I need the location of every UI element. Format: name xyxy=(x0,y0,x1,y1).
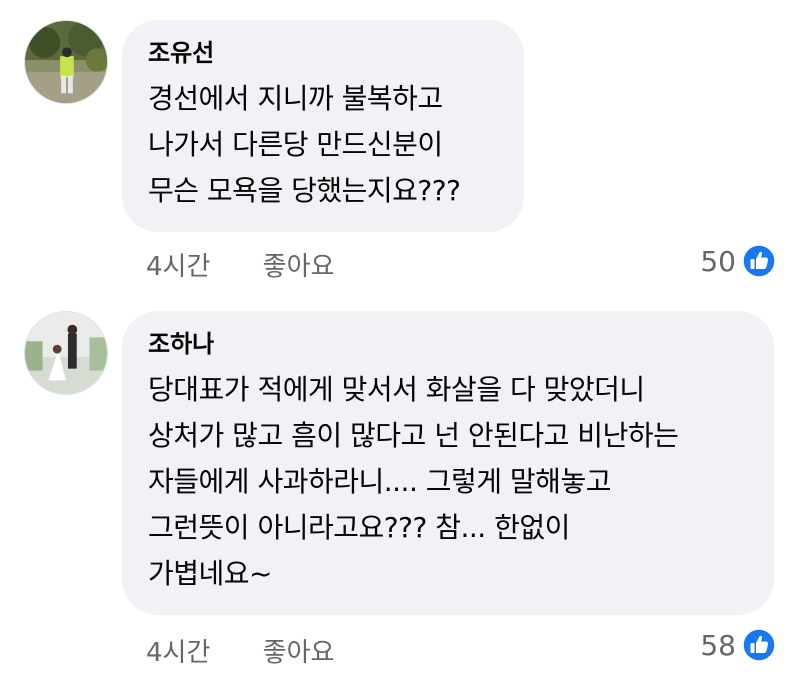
reaction-count: 58 xyxy=(700,628,736,662)
comment-author[interactable]: 조유선 xyxy=(148,38,502,68)
comment-bubble: 조하나 당대표가 적에게 맞서서 화살을 다 맞았더니 상처가 많고 흠이 많다… xyxy=(122,311,774,615)
comment-text-line: 그런뜻이 아니라고요??? 참... 한없이 xyxy=(148,511,570,544)
like-button[interactable]: 좋아요 xyxy=(263,246,335,283)
comment-text-line: 자들에게 사과하라니.... 그렇게 말해놓고 xyxy=(148,465,611,498)
comment-author[interactable]: 조하나 xyxy=(148,329,752,359)
comment-text-line: 경선에서 지니까 불복하고 xyxy=(148,82,443,115)
profile-photo xyxy=(25,312,107,394)
comment-text-line: 가볍네요~ xyxy=(148,557,273,590)
reaction-summary[interactable]: 58 xyxy=(700,628,776,662)
comment-item: 조유선 경선에서 지니까 불복하고 나가서 다른당 만드신분이 무슨 모욕을 당… xyxy=(0,0,800,300)
avatar[interactable] xyxy=(24,20,108,104)
reaction-summary[interactable]: 50 xyxy=(700,244,776,278)
like-button[interactable]: 좋아요 xyxy=(263,632,335,669)
comment-actions: 4시간 좋아요 xyxy=(146,246,334,283)
comment-text-line: 당대표가 적에게 맞서서 화살을 다 맞았더니 xyxy=(148,373,645,406)
comment-text-line: 나가서 다른당 만드신분이 xyxy=(148,128,443,161)
comment-timestamp[interactable]: 4시간 xyxy=(146,246,210,283)
comment-text-line: 상처가 많고 흠이 많다고 넌 안된다고 비난하는 xyxy=(148,419,679,452)
comment-bubble: 조유선 경선에서 지니까 불복하고 나가서 다른당 만드신분이 무슨 모욕을 당… xyxy=(122,20,524,232)
comment-text-line: 무슨 모욕을 당했는지요??? xyxy=(148,174,461,207)
thumbs-up-icon xyxy=(742,244,776,278)
avatar[interactable] xyxy=(24,311,108,395)
comment-item: 조하나 당대표가 적에게 맞서서 화살을 다 맞았더니 상처가 많고 흠이 많다… xyxy=(0,300,800,682)
comment-actions: 4시간 좋아요 xyxy=(146,632,334,669)
reaction-count: 50 xyxy=(700,244,736,278)
comment-timestamp[interactable]: 4시간 xyxy=(146,632,210,669)
thumbs-up-icon xyxy=(742,628,776,662)
profile-photo xyxy=(25,21,107,103)
